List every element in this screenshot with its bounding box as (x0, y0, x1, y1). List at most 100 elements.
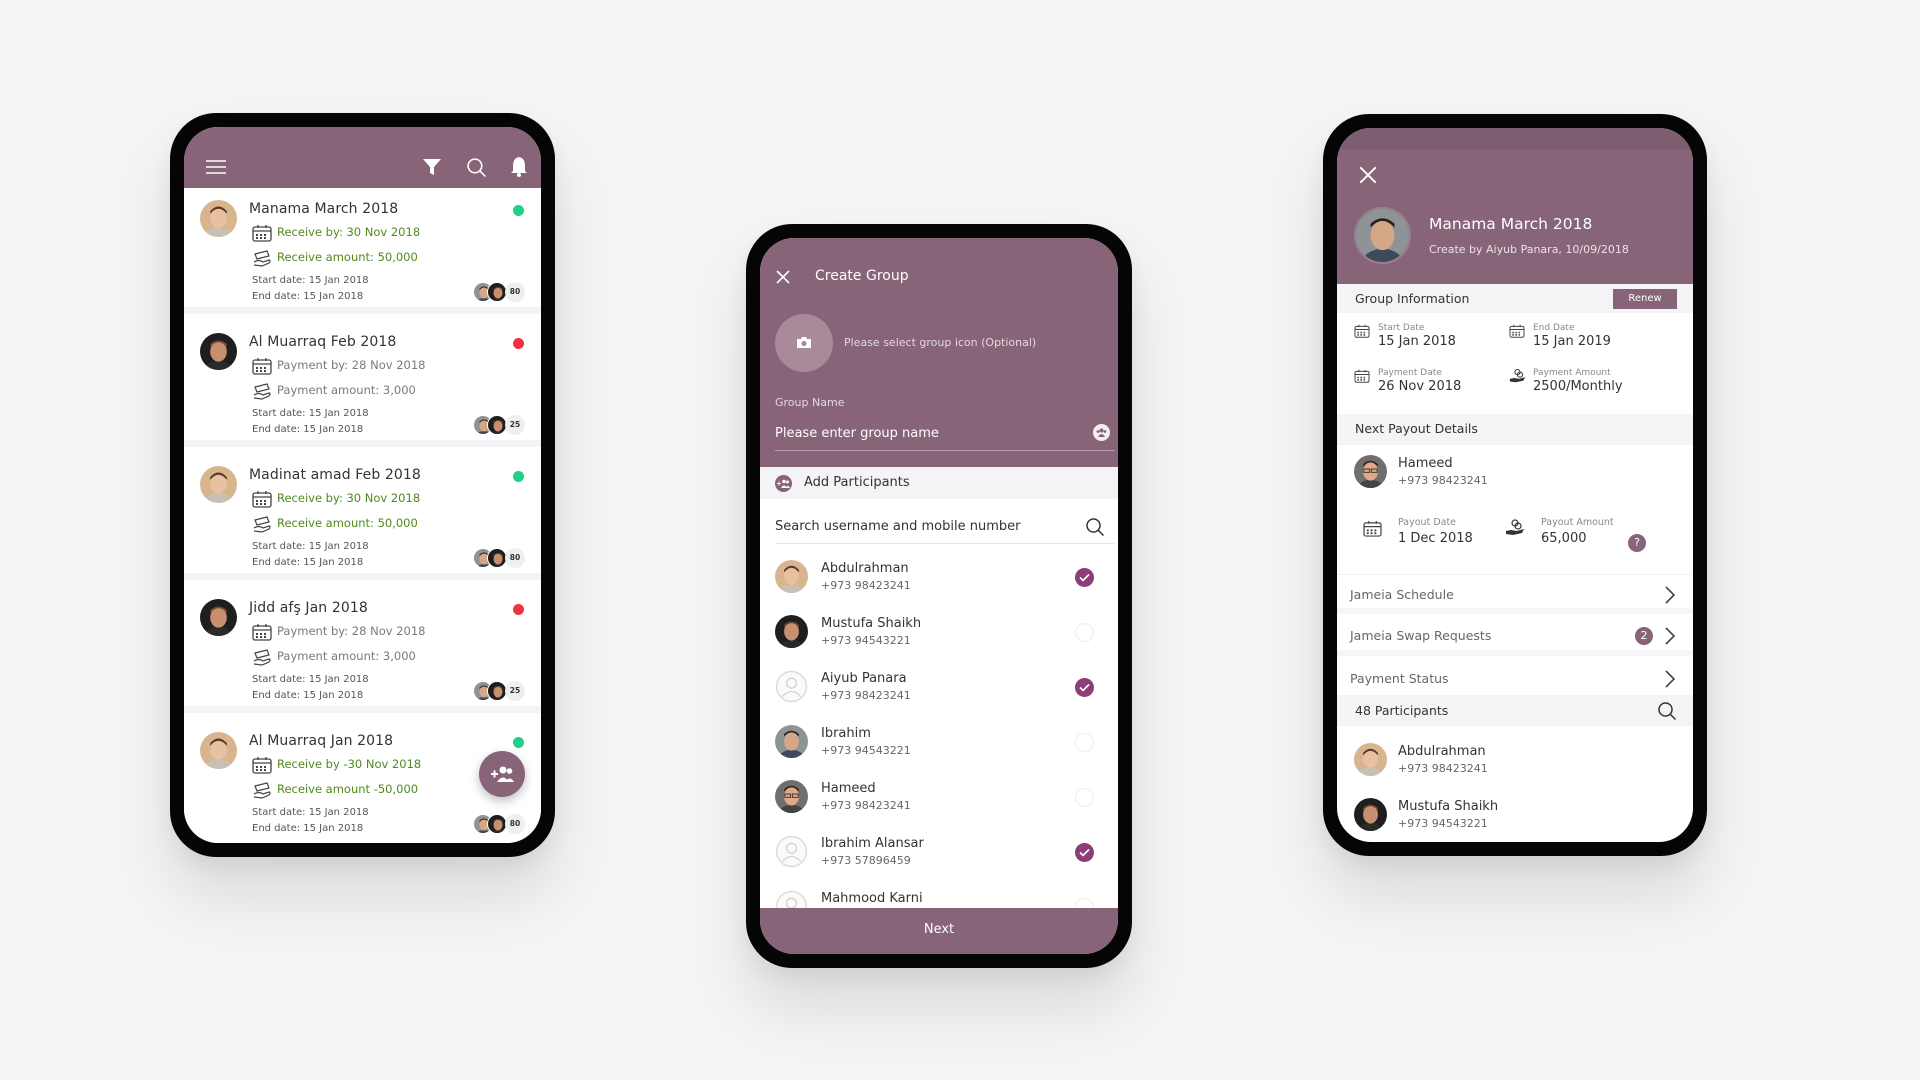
calendar-icon (252, 490, 272, 508)
participant-row[interactable]: Abdulrahman +973 98423241 (1337, 743, 1693, 795)
group-card[interactable]: Manama March 2018 Receive by: 30 Nov 201… (184, 188, 541, 314)
info-value: 2500/Monthly (1533, 379, 1623, 394)
participant-row[interactable]: Aiyub Panara +973 98423241 (760, 667, 1118, 722)
menu-icon[interactable] (206, 159, 226, 175)
end-date: End date: 15 Jan 2018 (252, 823, 364, 834)
checkbox-unchecked[interactable] (1075, 733, 1094, 752)
participant-avatar (775, 615, 808, 648)
participant-row[interactable]: Ibrahim +973 94543221 (760, 722, 1118, 777)
page-title: Create Group (815, 268, 909, 284)
nav-jameia-schedule[interactable]: Jameia Schedule (1337, 574, 1693, 614)
search-icon[interactable] (466, 157, 487, 178)
group-icon-picker[interactable] (775, 314, 833, 372)
filter-icon[interactable] (422, 157, 442, 177)
group-name-input[interactable] (775, 421, 1115, 445)
cash-icon (252, 514, 272, 534)
group-avatar (200, 466, 237, 503)
participant-avatar (487, 548, 507, 568)
participant-phone: +973 57896459 (821, 854, 911, 867)
chevron-right-icon (1663, 626, 1677, 646)
group-title: Al Muarraq Feb 2018 (249, 334, 397, 350)
status-bar (1337, 128, 1693, 150)
search-icon[interactable] (1085, 517, 1105, 537)
calendar-icon (252, 756, 272, 774)
add-group-fab[interactable] (479, 751, 525, 797)
close-icon[interactable] (1359, 166, 1377, 184)
check-icon (1079, 573, 1090, 582)
help-icon[interactable]: ? (1628, 534, 1646, 552)
participant-avatar (487, 282, 507, 302)
info-label: End Date (1533, 323, 1575, 333)
participant-avatar (1354, 743, 1387, 776)
participant-avatar (775, 560, 808, 593)
end-date: End date: 15 Jan 2018 (252, 690, 364, 701)
search-icon[interactable] (1657, 701, 1677, 721)
renew-button[interactable]: Renew (1613, 289, 1677, 309)
group-card[interactable]: Madinat amad Feb 2018 Receive by: 30 Nov… (184, 454, 541, 580)
section-label: Next Payout Details (1355, 421, 1478, 436)
participant-phone: +973 94543221 (1398, 817, 1488, 830)
next-payout-header: Next Payout Details (1337, 414, 1693, 445)
participant-avatar (1354, 798, 1387, 831)
participants-count: 80 (505, 814, 525, 834)
participant-row[interactable]: Abdulrahman +973 98423241 (760, 557, 1118, 612)
payout-date: 1 Dec 2018 (1398, 531, 1473, 546)
payout-avatar (1354, 455, 1387, 488)
money-hand-icon (1509, 367, 1526, 384)
group-card[interactable]: Jidd afş Jan 2018 Payment by: 28 Nov 201… (184, 587, 541, 713)
nav-payment-status[interactable]: Payment Status (1337, 659, 1693, 699)
next-button[interactable]: Next (760, 908, 1118, 954)
group-card[interactable]: Al Muarraq Feb 2018 Payment by: 28 Nov 2… (184, 321, 541, 447)
participant-row[interactable]: Hameed +973 98423241 (760, 777, 1118, 832)
groups-list-screen: Manama March 2018 Receive by: 30 Nov 201… (184, 127, 541, 843)
due-date: Receive by -30 Nov 2018 (277, 757, 422, 771)
app-header (184, 127, 541, 188)
payout-amount-label: Payout Amount (1541, 517, 1614, 528)
nav-jameia-swap-requests[interactable]: Jameia Swap Requests 2 (1337, 616, 1693, 656)
participant-phone: +973 94543221 (821, 744, 911, 757)
participant-avatar (487, 415, 507, 435)
participant-avatar (487, 681, 507, 701)
payout-amount: 65,000 (1541, 531, 1587, 546)
participants-stack: 80 (473, 814, 525, 834)
checkbox-unchecked[interactable] (1075, 623, 1094, 642)
participant-name: Abdulrahman (1398, 744, 1486, 759)
end-date: End date: 15 Jan 2018 (252, 557, 364, 568)
amount: Payment amount: 3,000 (277, 649, 416, 663)
participant-name: Mustufa Shaikh (1398, 799, 1499, 814)
participant-phone: +973 98423241 (821, 579, 911, 592)
participant-avatar (775, 780, 808, 813)
checkbox-unchecked[interactable] (1075, 788, 1094, 807)
checkbox-checked[interactable] (1075, 568, 1094, 587)
info-value: 15 Jan 2018 (1378, 334, 1456, 349)
participants-stack: 80 (473, 282, 525, 302)
end-date: End date: 15 Jan 2018 (252, 291, 364, 302)
group-avatar (200, 333, 237, 370)
participant-search-input[interactable] (775, 515, 1075, 537)
payout-date-label: Payout Date (1398, 517, 1457, 528)
cash-icon (252, 248, 272, 268)
section-label: Group Information (1355, 291, 1470, 306)
info-label: Start Date (1378, 323, 1425, 333)
bell-icon[interactable] (510, 156, 528, 177)
start-date: Start date: 15 Jan 2018 (252, 807, 369, 818)
participant-row[interactable]: Mustufa Shaikh +973 94543221 (760, 612, 1118, 667)
due-date: Receive by: 30 Nov 2018 (277, 225, 421, 239)
checkbox-checked[interactable] (1075, 678, 1094, 697)
amount: Receive amount: 50,000 (277, 250, 418, 264)
add-group-icon (491, 766, 514, 782)
participant-name: Abdulrahman (821, 561, 909, 576)
participant-name: Ibrahim (821, 726, 871, 741)
check-icon (1079, 683, 1090, 692)
amount: Receive amount -50,000 (277, 782, 419, 796)
status-dot (513, 205, 524, 216)
close-icon[interactable] (776, 270, 790, 284)
group-avatar-icon[interactable] (1093, 424, 1110, 441)
status-dot (513, 737, 524, 748)
start-date: Start date: 15 Jan 2018 (252, 541, 369, 552)
participant-row[interactable]: Ibrahim Alansar +973 57896459 (760, 832, 1118, 887)
checkbox-checked[interactable] (1075, 843, 1094, 862)
add-participants-icon (775, 475, 792, 492)
phone-group-details: Manama March 2018 Create by Aiyub Panara… (1323, 114, 1707, 856)
participant-row[interactable]: Mustufa Shaikh +973 94543221 (1337, 798, 1693, 842)
